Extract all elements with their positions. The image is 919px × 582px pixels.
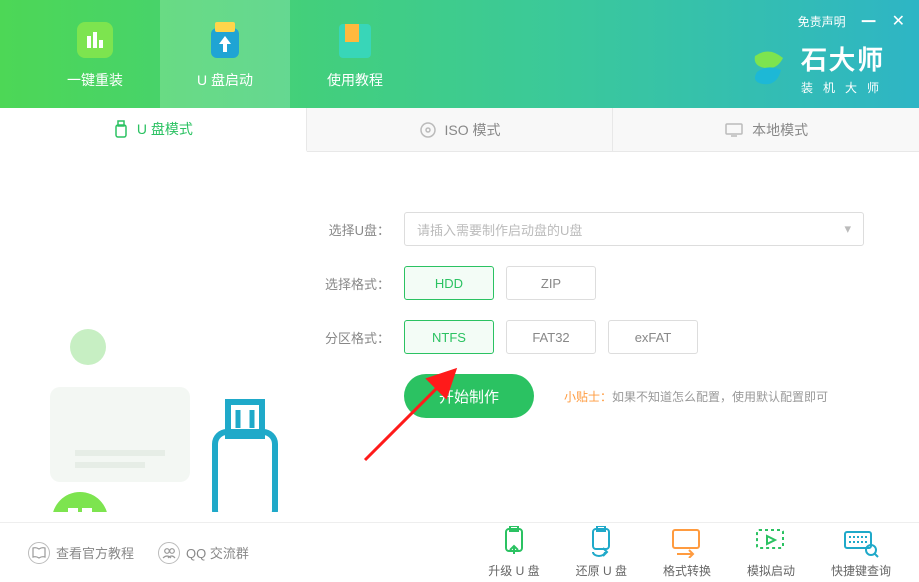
tab-usb-boot[interactable]: U 盘启动 [160,0,290,108]
brand-logo-icon [747,46,791,90]
tool-label: 还原 U 盘 [576,562,627,579]
restore-usb-icon [583,526,619,558]
tool-label: 快捷键查询 [831,562,891,579]
fs-opt-exfat[interactable]: exFAT [608,320,698,354]
book-icon [28,542,50,564]
mode-tab-iso[interactable]: ISO 模式 [307,108,614,151]
format-opt-zip[interactable]: ZIP [506,266,596,300]
official-tutorial-link[interactable]: 查看官方教程 [28,542,134,564]
iso-icon [419,121,437,139]
mode-tab-label: 本地模式 [752,120,808,140]
tool-upgrade-usb[interactable]: 升级 U 盘 [488,526,539,579]
minimize-button[interactable]: － [860,8,878,34]
footer: 查看官方教程 QQ 交流群 升级 U 盘 还原 U 盘 格式转换 模拟启动 快捷… [0,522,919,582]
config-panel: 选择U盘： 请插入需要制作启动盘的U盘 ▾ 选择格式： HDD ZIP 分区格式… [300,152,919,522]
keyboard-search-icon [843,526,879,558]
tool-hotkey-lookup[interactable]: 快捷键查询 [831,526,891,579]
tool-label: 升级 U 盘 [488,562,539,579]
fs-opt-ntfs[interactable]: NTFS [404,320,494,354]
fs-label: 分区格式： [320,328,390,347]
mode-tab-usb[interactable]: U 盘模式 [0,108,307,152]
people-icon [158,542,180,564]
format-label: 选择格式： [320,274,390,293]
fs-opt-fat32[interactable]: FAT32 [506,320,596,354]
start-button[interactable]: 开始制作 [404,374,534,418]
tool-label: 格式转换 [663,562,711,579]
mode-tab-label: ISO 模式 [445,120,501,140]
header-bar: 一键重装 U 盘启动 使用教程 免责声明 － ✕ 石大师 装机大师 [0,0,919,108]
select-usb-label: 选择U盘： [320,220,390,239]
tool-label: 模拟启动 [747,562,795,579]
tab-reinstall[interactable]: 一键重装 [30,0,160,108]
tool-simulate-boot[interactable]: 模拟启动 [747,526,795,579]
mode-tab-local[interactable]: 本地模式 [613,108,919,151]
usb-boot-icon [203,18,247,62]
link-label: 查看官方教程 [56,543,134,562]
mode-tabs: U 盘模式 ISO 模式 本地模式 [0,108,919,152]
convert-icon [669,526,705,558]
tutorial-icon [333,18,377,62]
usb-select[interactable]: 请插入需要制作启动盘的U盘 ▾ [404,212,864,246]
reinstall-icon [73,18,117,62]
mode-tab-label: U 盘模式 [137,119,193,139]
link-label: QQ 交流群 [186,543,249,562]
tab-label: 使用教程 [327,70,383,90]
brand: 石大师 装机大师 [747,40,889,96]
tab-tutorial[interactable]: 使用教程 [290,0,420,108]
tab-label: 一键重装 [67,70,123,90]
simulate-icon [753,526,789,558]
header-tabs: 一键重装 U 盘启动 使用教程 [30,0,420,108]
tool-restore-usb[interactable]: 还原 U 盘 [576,526,627,579]
tool-format-convert[interactable]: 格式转换 [663,526,711,579]
brand-title: 石大师 [801,40,889,77]
chevron-down-icon: ▾ [844,221,851,237]
brand-subtitle: 装机大师 [801,79,889,96]
window-controls: 免责声明 － ✕ [798,8,905,34]
qq-group-link[interactable]: QQ 交流群 [158,542,249,564]
close-button[interactable]: ✕ [892,11,905,31]
select-placeholder: 请插入需要制作启动盘的U盘 [417,220,582,239]
tab-label: U 盘启动 [197,70,253,90]
upgrade-usb-icon [496,526,532,558]
illustration [0,152,300,522]
format-opt-hdd[interactable]: HDD [404,266,494,300]
usb-icon [113,120,129,138]
tip-text: 小贴士：如果不知道怎么配置，使用默认配置即可 [564,388,828,405]
disclaimer-link[interactable]: 免责声明 [798,13,846,30]
tip-label: 小贴士： [564,390,612,404]
monitor-icon [724,122,744,138]
